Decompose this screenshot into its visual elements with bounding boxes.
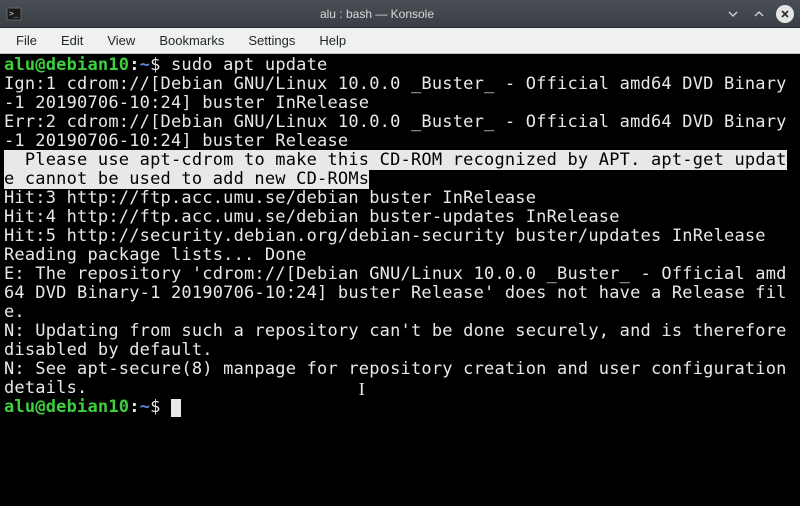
menubar: File Edit View Bookmarks Settings Help <box>0 28 800 54</box>
output-line: Ign:1 cdrom://[Debian GNU/Linux 10.0.0 _… <box>4 74 787 113</box>
prompt-path: ~ <box>140 55 150 75</box>
output-line: Hit:5 http://security.debian.org/debian-… <box>4 226 766 246</box>
menu-edit[interactable]: Edit <box>51 30 93 51</box>
maximize-button[interactable] <box>750 5 768 23</box>
menu-view[interactable]: View <box>97 30 145 51</box>
menu-bookmarks[interactable]: Bookmarks <box>149 30 234 51</box>
prompt-colon: : <box>129 397 139 417</box>
selected-text: Please use apt-cdrom to make this CD-ROM… <box>4 150 787 189</box>
prompt-path: ~ <box>140 397 150 417</box>
menu-file[interactable]: File <box>6 30 47 51</box>
prompt-user: alu@debian10 <box>4 397 129 417</box>
window-titlebar: >_ alu : bash — Konsole <box>0 0 800 28</box>
text-cursor-ibeam: I <box>359 380 365 398</box>
window-title: alu : bash — Konsole <box>30 7 724 21</box>
prompt-symbol: $ <box>150 55 160 75</box>
command-text: sudo apt update <box>171 55 328 75</box>
app-icon: >_ <box>6 6 22 22</box>
output-line: Hit:3 http://ftp.acc.umu.se/debian buste… <box>4 188 536 208</box>
menu-help[interactable]: Help <box>309 30 356 51</box>
terminal-output[interactable]: alu@debian10:~$ sudo apt update Ign:1 cd… <box>0 54 800 506</box>
prompt-symbol: $ <box>150 397 160 417</box>
output-line: N: Updating from such a repository can't… <box>4 321 797 360</box>
block-cursor <box>171 399 181 417</box>
output-line: N: See apt-secure(8) manpage for reposit… <box>4 359 797 398</box>
menu-settings[interactable]: Settings <box>238 30 305 51</box>
output-line: Reading package lists... Done <box>4 245 307 265</box>
prompt-user: alu@debian10 <box>4 55 129 75</box>
close-button[interactable] <box>776 5 794 23</box>
output-line: Err:2 cdrom://[Debian GNU/Linux 10.0.0 _… <box>4 112 787 151</box>
prompt-colon: : <box>129 55 139 75</box>
svg-text:>_: >_ <box>9 9 19 18</box>
minimize-button[interactable] <box>724 5 742 23</box>
output-line: E: The repository 'cdrom://[Debian GNU/L… <box>4 264 787 322</box>
output-line: Hit:4 http://ftp.acc.umu.se/debian buste… <box>4 207 620 227</box>
